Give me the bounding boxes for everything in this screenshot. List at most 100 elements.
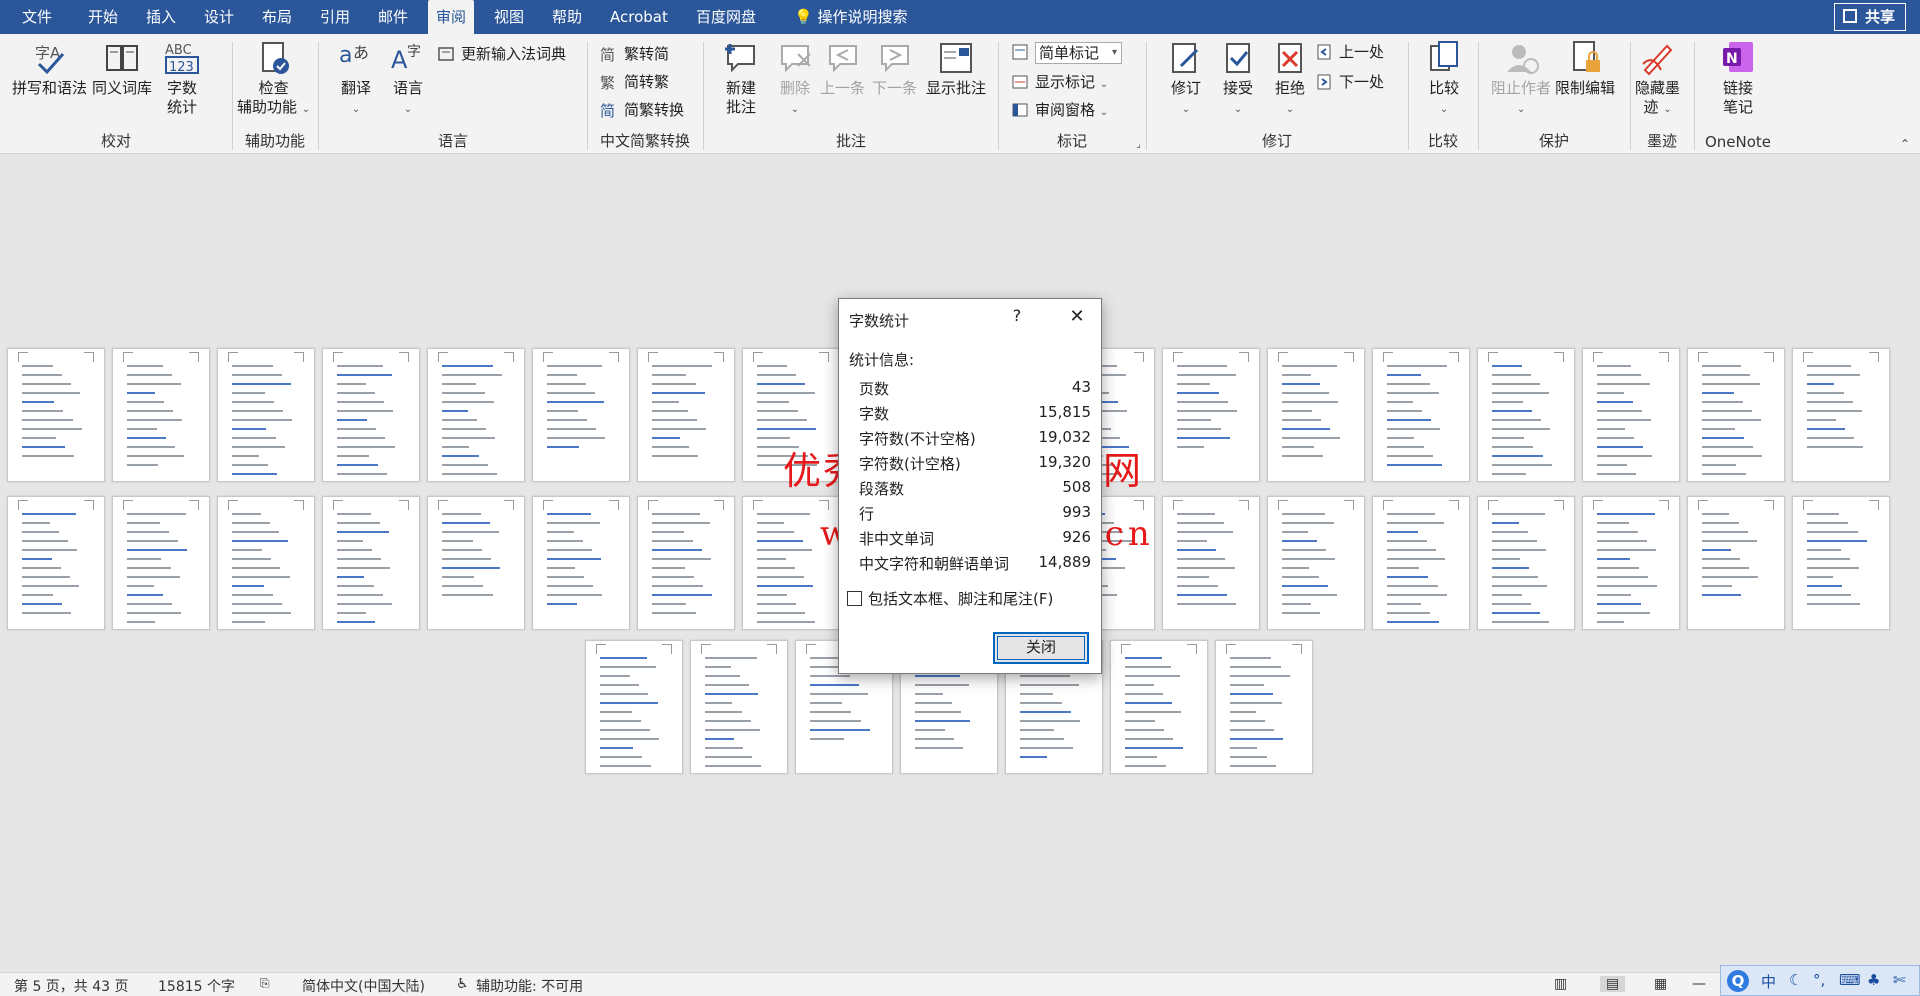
previous-comment-button[interactable]: 上一条	[820, 40, 865, 98]
page-thumbnail[interactable]	[1582, 348, 1680, 482]
reject-change-button[interactable]: 拒绝 ⌄	[1271, 40, 1309, 119]
text-line	[1125, 684, 1154, 686]
tab-acrobat[interactable]: Acrobat	[602, 0, 676, 34]
track-changes-button[interactable]: 修订 ⌄	[1167, 40, 1205, 119]
page-thumbnail[interactable]	[1162, 348, 1260, 482]
page-thumbnail[interactable]	[1792, 496, 1890, 630]
page-thumbnail[interactable]	[1372, 348, 1470, 482]
include-textboxes-checkbox[interactable]: 包括文本框、脚注和尾注(F)	[847, 588, 1053, 609]
proofing-icon[interactable]: ⎘	[260, 976, 270, 991]
page-thumbnail[interactable]	[1792, 348, 1890, 482]
share-button[interactable]: 共享	[1833, 3, 1906, 31]
next-comment-button[interactable]: 下一条	[872, 40, 917, 98]
tab-review[interactable]: 审阅	[428, 0, 475, 34]
page-thumbnail[interactable]	[532, 348, 630, 482]
word-count-indicator[interactable]: 15815 个字	[158, 976, 235, 996]
zoom-out-button[interactable]: —	[1692, 976, 1706, 992]
page-thumbnail[interactable]	[1267, 496, 1365, 630]
restrict-editing-button[interactable]: 限制编辑	[1555, 40, 1615, 98]
show-markup-button[interactable]: 显示标记 ⌄	[1011, 72, 1108, 95]
convert-chinese-button[interactable]: 简 简繁转换	[600, 100, 684, 120]
page-thumbnail[interactable]	[7, 496, 105, 630]
accept-change-button[interactable]: 接受 ⌄	[1219, 40, 1257, 119]
spelling-grammar-button[interactable]: 字A 拼写和语法	[12, 40, 87, 98]
close-icon[interactable]: ✕	[1063, 303, 1091, 331]
page-thumbnail[interactable]	[585, 640, 683, 774]
skin-icon[interactable]: ♣	[1867, 971, 1880, 989]
page-thumbnail[interactable]	[1162, 496, 1260, 630]
page-thumbnail[interactable]	[322, 348, 420, 482]
collapse-ribbon-icon[interactable]: ⌃	[1900, 137, 1910, 151]
compare-button[interactable]: 比较 ⌄	[1425, 40, 1463, 119]
reviewing-pane-button[interactable]: 审阅窗格 ⌄	[1011, 100, 1108, 123]
tab-baidu-netdisk[interactable]: 百度网盘	[688, 0, 764, 34]
page-thumbnail[interactable]	[322, 496, 420, 630]
delete-comment-button[interactable]: 删除 ⌄	[776, 40, 814, 119]
page-thumbnail[interactable]	[1477, 348, 1575, 482]
word-count-button[interactable]: ABC 123 字数 统计	[163, 40, 201, 117]
page-thumbnail[interactable]	[637, 348, 735, 482]
tell-me-search[interactable]: 💡 操作说明搜索	[786, 0, 915, 34]
show-comments-button[interactable]: 显示批注	[926, 40, 986, 98]
new-comment-button[interactable]: 新建 批注	[722, 40, 760, 117]
next-change-button[interactable]: 下一处	[1315, 72, 1384, 92]
text-line	[1282, 576, 1319, 578]
page-thumbnail[interactable]	[427, 348, 525, 482]
tab-insert[interactable]: 插入	[138, 0, 184, 34]
check-accessibility-button[interactable]: 检查 辅助功能 ⌄	[237, 40, 310, 119]
block-authors-button[interactable]: 阻止作者 ⌄	[1491, 40, 1551, 119]
page-thumbnail[interactable]	[217, 348, 315, 482]
page-thumbnail[interactable]	[7, 348, 105, 482]
page-thumbnail[interactable]	[112, 348, 210, 482]
checkbox-box[interactable]	[847, 591, 862, 606]
dialog-launcher-icon[interactable]: ⌟	[1136, 139, 1141, 150]
page-thumbnail[interactable]	[112, 496, 210, 630]
help-icon[interactable]: ?	[1007, 306, 1027, 325]
simplified-to-traditional-button[interactable]: 繁 简转繁	[600, 72, 669, 92]
page-thumbnail[interactable]	[1215, 640, 1313, 774]
linked-notes-button[interactable]: N 链接 笔记	[1719, 40, 1757, 117]
page-thumbnail[interactable]	[1267, 348, 1365, 482]
language-button[interactable]: A字 语言 ⌄	[389, 40, 427, 119]
page-thumbnail[interactable]	[1582, 496, 1680, 630]
markup-display-select[interactable]: 简单标记 ▾	[1011, 42, 1123, 64]
page-thumbnail[interactable]	[1477, 496, 1575, 630]
tab-file[interactable]: 文件	[14, 0, 60, 34]
settings-icon[interactable]: ✄	[1893, 971, 1906, 989]
tab-references[interactable]: 引用	[312, 0, 358, 34]
close-button[interactable]: 关闭	[993, 632, 1089, 664]
text-line	[1177, 401, 1229, 403]
language-indicator[interactable]: 简体中文(中国大陆)	[302, 976, 425, 996]
read-mode-icon[interactable]: ▥	[1554, 976, 1567, 992]
page-thumbnail[interactable]	[1687, 496, 1785, 630]
tab-help[interactable]: 帮助	[544, 0, 590, 34]
page-thumbnail[interactable]	[690, 640, 788, 774]
tab-home[interactable]: 开始	[80, 0, 126, 34]
thesaurus-button[interactable]: 同义词库	[92, 40, 152, 98]
tab-layout[interactable]: 布局	[254, 0, 300, 34]
page-thumbnail[interactable]	[427, 496, 525, 630]
tab-design[interactable]: 设计	[196, 0, 242, 34]
page-thumbnail[interactable]	[1372, 496, 1470, 630]
page-thumbnail[interactable]	[1110, 640, 1208, 774]
tab-view[interactable]: 视图	[486, 0, 532, 34]
moon-icon[interactable]: ☾	[1789, 971, 1802, 989]
punctuation-icon[interactable]: °,	[1813, 971, 1825, 989]
ime-language-toggle[interactable]: 中	[1761, 971, 1776, 992]
translate-button[interactable]: aあ 翻译 ⌄	[337, 40, 375, 119]
traditional-to-simplified-button[interactable]: 简 繁转简	[600, 44, 669, 64]
page-thumbnail[interactable]	[217, 496, 315, 630]
page-thumbnail[interactable]	[637, 496, 735, 630]
page-thumbnail[interactable]	[532, 496, 630, 630]
ime-logo-icon[interactable]: Q	[1727, 970, 1749, 992]
hide-ink-button[interactable]: 隐藏墨 迹 ⌄	[1635, 40, 1680, 119]
print-layout-icon[interactable]: ▤	[1600, 976, 1626, 992]
accessibility-indicator[interactable]: 辅助功能: 不可用	[476, 976, 583, 996]
keyboard-icon[interactable]: ⌨	[1839, 971, 1861, 989]
web-layout-icon[interactable]: ▦	[1654, 976, 1667, 992]
page-indicator[interactable]: 第 5 页，共 43 页	[14, 976, 129, 996]
previous-change-button[interactable]: 上一处	[1315, 42, 1384, 62]
update-ime-dictionary-button[interactable]: 更新输入法词典	[437, 44, 566, 64]
tab-mailings[interactable]: 邮件	[370, 0, 416, 34]
page-thumbnail[interactable]	[1687, 348, 1785, 482]
